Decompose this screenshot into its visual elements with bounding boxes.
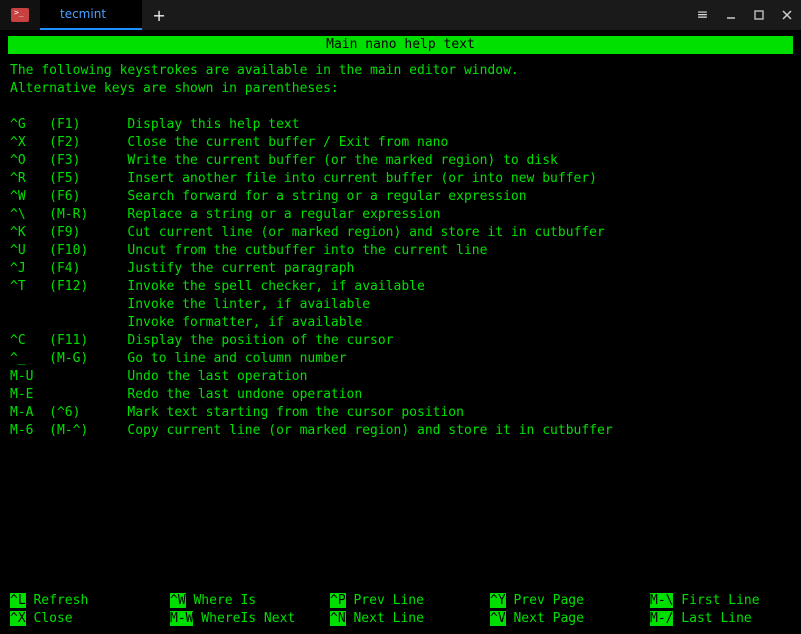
help-row: ^O (F3) Write the current buffer (or the… [10, 152, 791, 170]
app-icon [0, 0, 40, 30]
shortcut-whereisnext: M-W WhereIs Next [170, 610, 330, 628]
shortcut-prevline: ^P Prev Line [330, 592, 490, 610]
shortcut-label: Prev Page [506, 593, 608, 608]
help-row: ^W (F6) Search forward for a string or a… [10, 188, 791, 206]
shortcut-whereis: ^W Where Is [170, 592, 330, 610]
maximize-icon [753, 9, 765, 21]
help-row: M-A (^6) Mark text starting from the cur… [10, 404, 791, 422]
tab-tecmint[interactable]: tecmint [40, 0, 142, 30]
shortcut-label: Close [26, 611, 128, 626]
help-row: ^G (F1) Display this help text [10, 116, 791, 134]
shortcut-key: ^L [10, 593, 26, 608]
shortcut-key: ^Y [490, 593, 506, 608]
help-row: Invoke the linter, if available [10, 296, 791, 314]
shortcut-label: Next Page [506, 611, 608, 626]
intro-line-1: The following keystrokes are available i… [10, 62, 791, 80]
help-row: ^\ (M-R) Replace a string or a regular e… [10, 206, 791, 224]
terminal-window: tecmint + ≡ Main nano help text The f [0, 0, 801, 634]
shortcut-key: ^V [490, 611, 506, 626]
titlebar-spacer [176, 0, 689, 30]
shortcut-label: Last Line [673, 611, 751, 626]
help-row: M-E Redo the last undone operation [10, 386, 791, 404]
maximize-button[interactable] [745, 0, 773, 30]
shortcut-refresh: ^L Refresh [10, 592, 170, 610]
shortcut-lastline: M-/ Last Line [650, 610, 752, 628]
shortcut-prevpage: ^Y Prev Page [490, 592, 650, 610]
shortcut-nextpage: ^V Next Page [490, 610, 650, 628]
hamburger-button[interactable]: ≡ [689, 0, 717, 30]
shortcut-label: Prev Line [346, 593, 448, 608]
shortcut-key: M-W [170, 611, 193, 626]
shortcut-label: WhereIs Next [193, 611, 295, 626]
help-row: ^X (F2) Close the current buffer / Exit … [10, 134, 791, 152]
tab-label: tecmint [60, 7, 106, 21]
close-window-button[interactable] [773, 0, 801, 30]
terminal-icon [11, 8, 29, 22]
window-controls: ≡ [689, 0, 801, 30]
intro-line-2: Alternative keys are shown in parenthese… [10, 80, 791, 98]
close-icon [781, 9, 793, 21]
help-row: ^T (F12) Invoke the spell checker, if av… [10, 278, 791, 296]
shortcut-key: ^X [10, 611, 26, 626]
terminal-area[interactable]: Main nano help text The following keystr… [0, 30, 801, 634]
help-row: ^R (F5) Insert another file into current… [10, 170, 791, 188]
help-row: ^J (F4) Justify the current paragraph [10, 260, 791, 278]
shortcut-label: First Line [673, 593, 759, 608]
shortcut-label: Refresh [26, 593, 128, 608]
shortcut-close: ^X Close [10, 610, 170, 628]
footer-row-2: ^X Close M-W WhereIs Next ^N Next Line ^… [10, 610, 791, 628]
help-row: Invoke formatter, if available [10, 314, 791, 332]
shortcut-key: M-\ [650, 593, 673, 608]
help-row: ^C (F11) Display the position of the cur… [10, 332, 791, 350]
shortcut-label: Next Line [346, 611, 448, 626]
plus-icon: + [152, 6, 165, 25]
minimize-button[interactable] [717, 0, 745, 30]
hamburger-icon: ≡ [697, 7, 710, 23]
help-row: M-U Undo the last operation [10, 368, 791, 386]
new-tab-button[interactable]: + [142, 0, 176, 30]
help-row: M-6 (M-^) Copy current line (or marked r… [10, 422, 791, 440]
help-row: ^_ (M-G) Go to line and column number [10, 350, 791, 368]
help-row: ^K (F9) Cut current line (or marked regi… [10, 224, 791, 242]
help-body: The following keystrokes are available i… [0, 54, 801, 440]
shortcut-footer: ^L Refresh ^W Where Is ^P Prev Line ^Y P… [10, 592, 791, 628]
shortcut-nextline: ^N Next Line [330, 610, 490, 628]
shortcut-key: ^P [330, 593, 346, 608]
shortcut-key: M-/ [650, 611, 673, 626]
titlebar: tecmint + ≡ [0, 0, 801, 30]
shortcut-label: Where Is [186, 593, 288, 608]
shortcut-key: ^N [330, 611, 346, 626]
blank [10, 98, 791, 116]
help-banner: Main nano help text [8, 36, 793, 54]
shortcut-key: ^W [170, 593, 186, 608]
help-banner-row: Main nano help text [0, 36, 801, 54]
minimize-icon [725, 9, 737, 21]
help-row: ^U (F10) Uncut from the cutbuffer into t… [10, 242, 791, 260]
shortcut-firstline: M-\ First Line [650, 592, 760, 610]
footer-row-1: ^L Refresh ^W Where Is ^P Prev Line ^Y P… [10, 592, 791, 610]
